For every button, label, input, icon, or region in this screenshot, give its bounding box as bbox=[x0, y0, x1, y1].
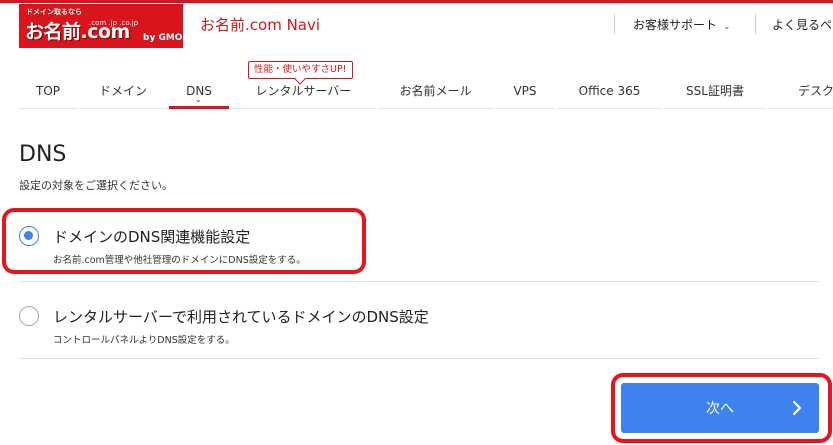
main-nav: TOP ドメイン DNS ⌄ レンタルサーバー お名前メール VPS Office… bbox=[0, 72, 833, 112]
nav-badge-upgrade: 性能・使いやすさUP! bbox=[248, 61, 353, 79]
nav-tab-vps[interactable]: VPS bbox=[495, 72, 555, 109]
nav-tab-label: SSL証明書 bbox=[686, 84, 744, 98]
logo-tagline: ドメイン取るなら bbox=[26, 8, 82, 16]
nav-tab-desk[interactable]: デスク bbox=[768, 72, 833, 109]
page-subtitle: 設定の対象をご選択ください。 bbox=[19, 179, 173, 192]
nav-tab-dns[interactable]: DNS ⌄ bbox=[169, 72, 229, 109]
annotation-highlight-next bbox=[611, 373, 832, 443]
option-divider bbox=[19, 281, 819, 282]
customer-support-menu[interactable]: お客様サポート ⌄ bbox=[633, 16, 731, 33]
nav-tab-label: Office 365 bbox=[578, 84, 641, 98]
logo-brand: お名前.com bbox=[25, 21, 130, 43]
logo-gmo: by GMO bbox=[143, 33, 183, 43]
page-title: DNS bbox=[19, 142, 67, 167]
nav-tab-label: VPS bbox=[513, 84, 537, 98]
nav-tab-mail[interactable]: お名前メール bbox=[378, 72, 493, 109]
top-accent-bar bbox=[0, 0, 833, 3]
nav-tab-domain[interactable]: ドメイン bbox=[79, 72, 167, 109]
onamae-logo[interactable]: ドメイン取るなら .com .jp .co.jp お名前.com by GMO bbox=[19, 4, 183, 48]
faq-menu[interactable]: よく見るペ bbox=[772, 16, 832, 33]
option-label: レンタルサーバーで利用されているドメインのDNS設定 bbox=[53, 308, 429, 326]
nav-tab-label: お名前メール bbox=[399, 84, 472, 98]
nav-tab-label: レンタルサーバー bbox=[255, 84, 352, 98]
option-divider bbox=[19, 358, 819, 359]
radio-rental-server-dns[interactable] bbox=[19, 306, 39, 326]
nav-tab-label: ドメイン bbox=[98, 84, 147, 98]
nav-tab-label: デスク bbox=[798, 84, 833, 98]
nav-tab-label: TOP bbox=[35, 84, 60, 98]
nav-tab-top[interactable]: TOP bbox=[19, 72, 77, 109]
customer-support-label: お客様サポート bbox=[633, 18, 718, 32]
header-divider bbox=[614, 14, 615, 34]
header-divider bbox=[755, 14, 756, 34]
annotation-highlight-option bbox=[2, 208, 366, 274]
nav-tab-ssl[interactable]: SSL証明書 bbox=[664, 72, 766, 109]
nav-tab-office365[interactable]: Office 365 bbox=[557, 72, 662, 109]
app-title: お名前.com Navi bbox=[200, 16, 321, 34]
option-description: コントロールパネルよりDNS設定をする。 bbox=[53, 335, 235, 346]
chevron-down-icon: ⌄ bbox=[723, 22, 731, 32]
chevron-down-icon: ⌄ bbox=[195, 95, 202, 104]
